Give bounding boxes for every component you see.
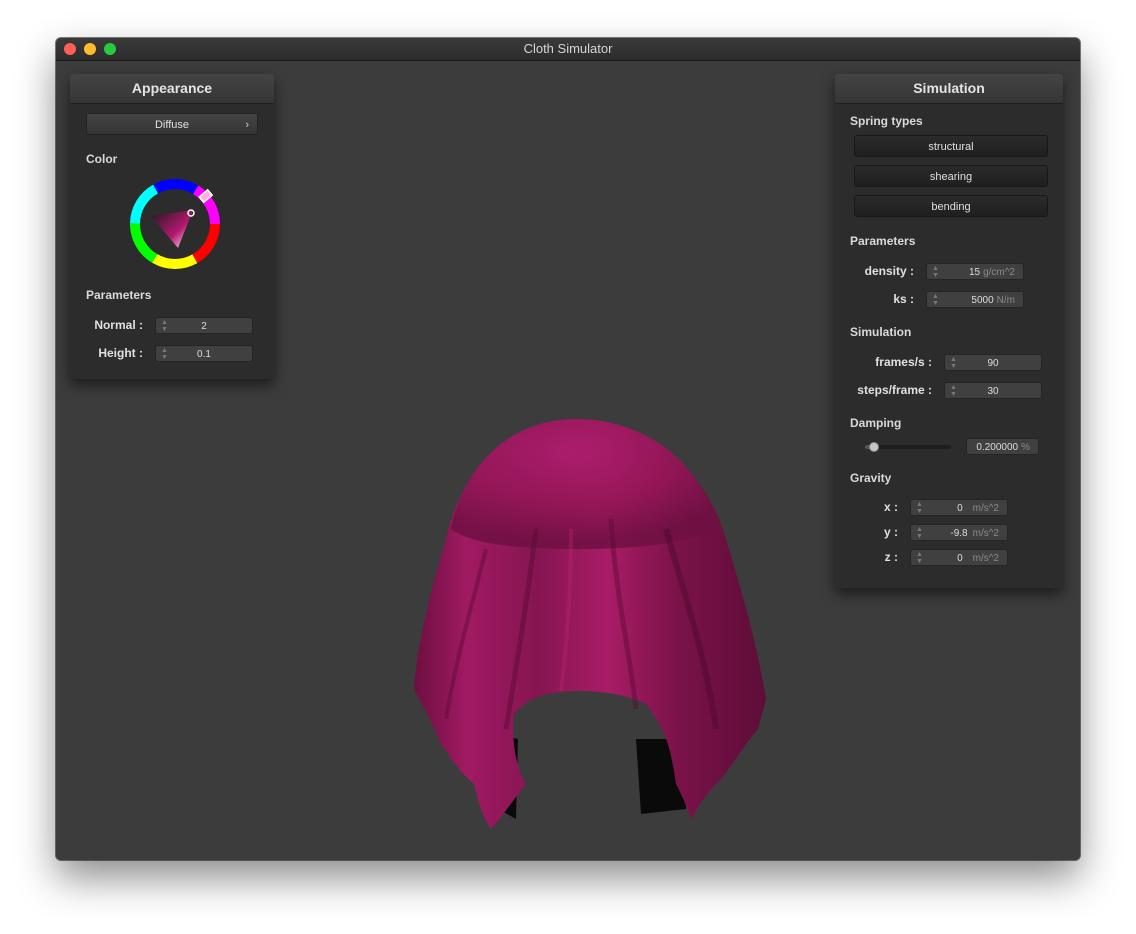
gravity-x-input[interactable]: ▲ ▼ 0 m/s^2 <box>910 499 1008 516</box>
simulation-section-label: Simulation <box>850 325 912 339</box>
gravity-y-input[interactable]: ▲ ▼ -9.8 m/s^2 <box>910 524 1008 541</box>
spinner-icon[interactable]: ▲ ▼ <box>916 501 923 515</box>
density-value: 15 <box>968 267 981 278</box>
height-label: Height : <box>98 346 143 360</box>
spinner-icon[interactable]: ▲ ▼ <box>916 551 923 565</box>
steps-label: steps/frame : <box>857 383 932 397</box>
normal-value: 2 <box>201 321 207 332</box>
spring-types-label: Spring types <box>850 114 923 128</box>
color-label: Color <box>86 152 118 166</box>
density-unit: g/cm^2 <box>983 267 1015 278</box>
height-input[interactable]: ▲ ▼ 0.1 <box>155 345 253 362</box>
gravity-y-value: -9.8 <box>950 528 968 539</box>
color-wheel[interactable] <box>129 178 221 270</box>
chevron-right-icon: › <box>245 119 249 131</box>
density-label: density : <box>864 264 914 278</box>
structural-button[interactable]: structural <box>854 135 1048 157</box>
damping-value: 0.200000 <box>976 442 1019 453</box>
appearance-header: Appearance <box>70 74 274 104</box>
steps-value: 30 <box>987 386 999 397</box>
frames-value: 90 <box>987 358 999 369</box>
damping-input[interactable]: 0.200000% <box>966 438 1039 455</box>
gravity-x-value: 0 <box>957 503 963 514</box>
steps-input[interactable]: ▲ ▼ 30 <box>944 382 1042 399</box>
shader-dropdown[interactable]: Diffuse › <box>86 113 258 135</box>
shearing-button[interactable]: shearing <box>854 165 1048 187</box>
gravity-label: Gravity <box>850 471 892 485</box>
spinner-icon[interactable]: ▲ ▼ <box>932 265 939 279</box>
parameters-label: Parameters <box>850 234 916 248</box>
3d-viewport[interactable]: Appearance Diffuse › Color Parameters No… <box>56 61 1080 860</box>
damping-slider[interactable] <box>865 442 951 452</box>
ks-value: 5000 <box>971 295 994 306</box>
spinner-icon[interactable]: ▲ ▼ <box>932 293 939 307</box>
gravity-y-label: y : <box>883 525 898 539</box>
spinner-icon[interactable]: ▲ ▼ <box>916 526 923 540</box>
gravity-x-unit: m/s^2 <box>972 503 999 514</box>
shader-selected: Diffuse <box>154 119 190 131</box>
app-window: Cloth Simulator Appearance Diffuse › Col… <box>56 38 1080 860</box>
title-bar[interactable]: Cloth Simulator <box>56 38 1080 61</box>
frames-label: frames/s : <box>875 355 932 369</box>
density-input[interactable]: ▲ ▼ 15 g/cm^2 <box>926 263 1024 280</box>
ks-unit: N/m <box>996 295 1015 306</box>
normal-input[interactable]: ▲ ▼ 2 <box>155 317 253 334</box>
simulation-panel: Simulation Spring types structural shear… <box>835 74 1063 588</box>
gravity-z-label: z : <box>884 550 898 564</box>
damping-slider-knob[interactable] <box>869 442 879 452</box>
frames-input[interactable]: ▲ ▼ 90 <box>944 354 1042 371</box>
height-value: 0.1 <box>197 349 211 360</box>
window-title: Cloth Simulator <box>523 41 613 56</box>
gravity-y-unit: m/s^2 <box>972 528 999 539</box>
ks-label: ks : <box>893 292 914 306</box>
damping-unit: % <box>1021 442 1030 453</box>
bending-button[interactable]: bending <box>854 195 1048 217</box>
appearance-parameters-label: Parameters <box>86 288 152 302</box>
damping-label: Damping <box>850 416 902 430</box>
gravity-z-input[interactable]: ▲ ▼ 0 m/s^2 <box>910 549 1008 566</box>
normal-label: Normal : <box>94 318 143 332</box>
gravity-z-unit: m/s^2 <box>972 553 999 564</box>
gravity-x-label: x : <box>883 500 898 514</box>
appearance-panel: Appearance Diffuse › Color Parameters No… <box>70 74 274 379</box>
ks-input[interactable]: ▲ ▼ 5000 N/m <box>926 291 1024 308</box>
simulation-header: Simulation <box>835 74 1063 104</box>
gravity-z-value: 0 <box>957 553 963 564</box>
cloth-mesh[interactable] <box>386 409 766 839</box>
